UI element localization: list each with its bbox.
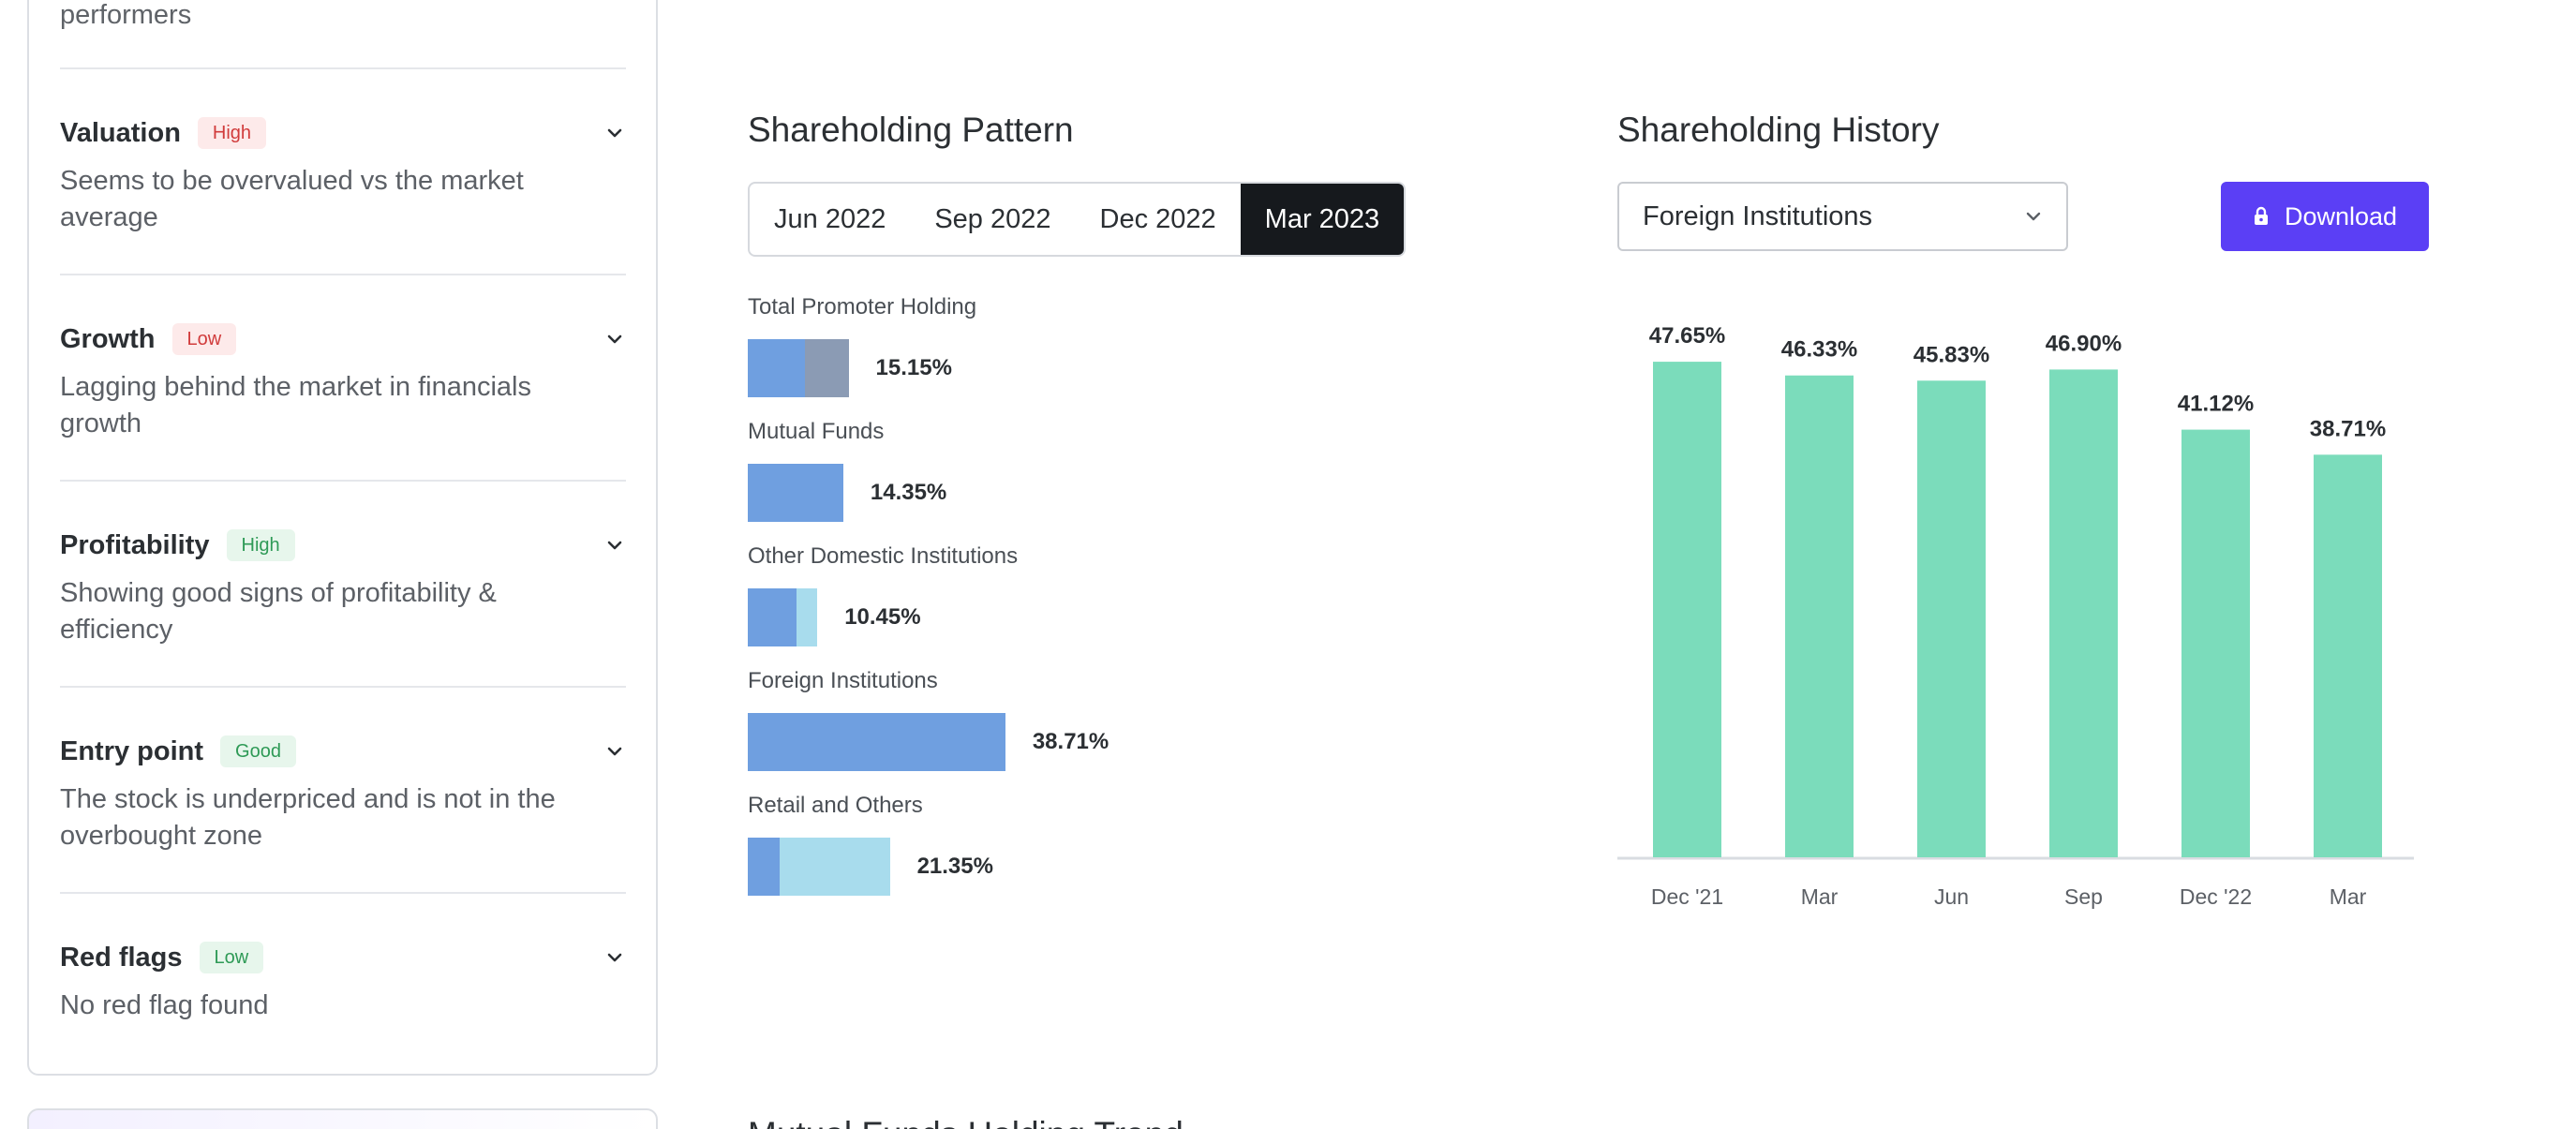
scorecard-item-description: Showing good signs of profitability & ef… [60, 578, 497, 645]
divider [60, 686, 626, 688]
scorecard-item-title: Entry point [60, 735, 204, 766]
holding-value: 38.71% [1032, 729, 1109, 754]
scorecard-item-valuation[interactable]: Valuation High Seems to be overvalued vs… [60, 114, 626, 236]
x-tick-label: Jun [1934, 884, 1969, 909]
tab-sep-2022[interactable]: Sep 2022 [910, 184, 1075, 255]
holding-bar [748, 588, 818, 646]
holding-value: 15.15% [875, 355, 952, 380]
holding-bar [748, 339, 849, 397]
scorecard-item-header[interactable]: Profitability High [60, 527, 626, 564]
scorecard-panel: performers Valuation High Seems to be ov… [27, 0, 658, 1076]
scorecard-item-title: Red flags [60, 942, 183, 973]
scorecard-item-header[interactable]: Entry point Good [60, 733, 626, 770]
shareholding-pattern-title: Shareholding Pattern [748, 111, 1074, 149]
holding-value: 21.35% [916, 854, 993, 879]
divider [60, 274, 626, 275]
holding-label: Foreign Institutions [748, 668, 938, 693]
status-badge: Low [171, 323, 237, 355]
scorecard-item-red-flags[interactable]: Red flags Low No red flag found [60, 939, 626, 1024]
holding-bar-segment [748, 339, 806, 397]
period-tabs: Jun 2022 Sep 2022 Dec 2022 Mar 2023 [748, 182, 1407, 257]
chart-data-label: 41.12% [2178, 392, 2254, 417]
scorecard-item-entry-point[interactable]: Entry point Good The stock is underprice… [60, 733, 626, 854]
chart-bar[interactable] [2181, 429, 2250, 857]
holding-bar [748, 464, 843, 522]
scorecard-item-profitability[interactable]: Profitability High Showing good signs of… [60, 527, 626, 648]
lock-icon [2253, 206, 2270, 227]
chart-data-label: 45.83% [1913, 342, 1989, 367]
x-tick-label: Mar [2330, 884, 2367, 909]
chevron-down-icon[interactable] [603, 534, 626, 557]
divider [60, 892, 626, 894]
promo-card [27, 1108, 658, 1129]
scorecard-item-title: Profitability [60, 529, 210, 560]
chevron-down-icon[interactable] [603, 122, 626, 144]
chart-data-label: 38.71% [2310, 416, 2386, 441]
x-tick-label: Dec '21 [1651, 884, 1723, 909]
shareholding-history-chart: 47.65% Dec '21 46.33% Mar 45.83% Jun 46.90% Sep… [1617, 323, 2414, 909]
holding-bar-segment [780, 838, 890, 896]
holding-bar [748, 713, 1005, 771]
status-badge: Low [199, 942, 264, 973]
chart-bar[interactable] [1917, 380, 1986, 857]
holding-label: Total Promoter Holding [748, 294, 977, 319]
holding-row-foreign-institutions: Foreign Institutions 38.71% [748, 668, 1109, 771]
holder-type-select[interactable]: Foreign Institutions [1617, 182, 2068, 251]
divider [60, 67, 626, 69]
download-button[interactable]: Download [2221, 182, 2429, 251]
x-tick-label: Sep [2064, 884, 2103, 909]
scorecard-item-description: Lagging behind the market in financials … [60, 372, 531, 438]
x-tick-label: Mar [1801, 884, 1839, 909]
chevron-down-icon[interactable] [603, 328, 626, 350]
holding-value: 10.45% [844, 604, 921, 630]
holding-bar-segment [805, 339, 849, 397]
mutual-funds-trend-title: Mutual Funds Holding Trend [748, 1115, 1184, 1129]
holding-row-other-domestic: Other Domestic Institutions 10.45% [748, 543, 1018, 646]
scorecard-item-header[interactable]: Red flags Low [60, 939, 626, 976]
status-badge: High [226, 529, 295, 561]
scorecard-item-description: No red flag found [60, 990, 269, 1020]
status-badge: Good [220, 735, 296, 767]
scorecard-item-header[interactable]: Valuation High [60, 114, 626, 152]
download-label: Download [2284, 201, 2398, 230]
chevron-down-icon[interactable] [603, 946, 626, 969]
scorecard-item-growth[interactable]: Growth Low Lagging behind the market in … [60, 320, 626, 442]
holding-bar-segment [748, 588, 797, 646]
scorecard-item-description: The stock is underpriced and is not in t… [60, 784, 556, 851]
chevron-down-icon [2024, 211, 2043, 222]
chart-bar[interactable] [2314, 454, 2382, 857]
holding-label: Other Domestic Institutions [748, 543, 1019, 569]
holding-row-promoter: Total Promoter Holding 15.15% [748, 294, 976, 397]
chart-bar[interactable] [1653, 362, 1721, 858]
chart-bar[interactable] [1785, 375, 1854, 857]
chevron-down-icon[interactable] [603, 740, 626, 763]
select-value: Foreign Institutions [1643, 201, 1873, 231]
x-tick-label: Dec '22 [2180, 884, 2252, 909]
holding-bar-segment [748, 713, 1005, 771]
chart-data-label: 46.33% [1781, 337, 1857, 363]
chart-bar[interactable] [2049, 369, 2118, 857]
tab-mar-2023[interactable]: Mar 2023 [1240, 184, 1405, 255]
holding-label: Retail and Others [748, 793, 923, 818]
tab-dec-2022[interactable]: Dec 2022 [1076, 184, 1241, 255]
scorecard-item-title: Valuation [60, 117, 181, 148]
scorecard-item-description: Seems to be overvalued vs the market ave… [60, 166, 524, 232]
holding-label: Mutual Funds [748, 419, 885, 444]
divider [60, 480, 626, 482]
holding-value: 14.35% [870, 480, 947, 505]
holding-row-mutual-funds: Mutual Funds 14.35% [748, 419, 946, 522]
status-badge: High [197, 117, 267, 149]
holding-bar [748, 838, 890, 896]
shareholding-history-title: Shareholding History [1617, 111, 1940, 149]
holding-bar-segment [748, 464, 843, 522]
scorecard-item-title: Growth [60, 323, 156, 354]
holding-row-retail: Retail and Others 21.35% [748, 793, 993, 896]
chart-data-label: 47.65% [1649, 323, 1725, 349]
chart-data-label: 46.90% [2046, 331, 2122, 356]
scorecard-item-header[interactable]: Growth Low [60, 320, 626, 358]
holding-bar-segment [796, 588, 818, 646]
tab-jun-2022[interactable]: Jun 2022 [750, 184, 910, 255]
holding-bar-segment [748, 838, 781, 896]
scorecard-prev-text: performers [60, 0, 192, 30]
